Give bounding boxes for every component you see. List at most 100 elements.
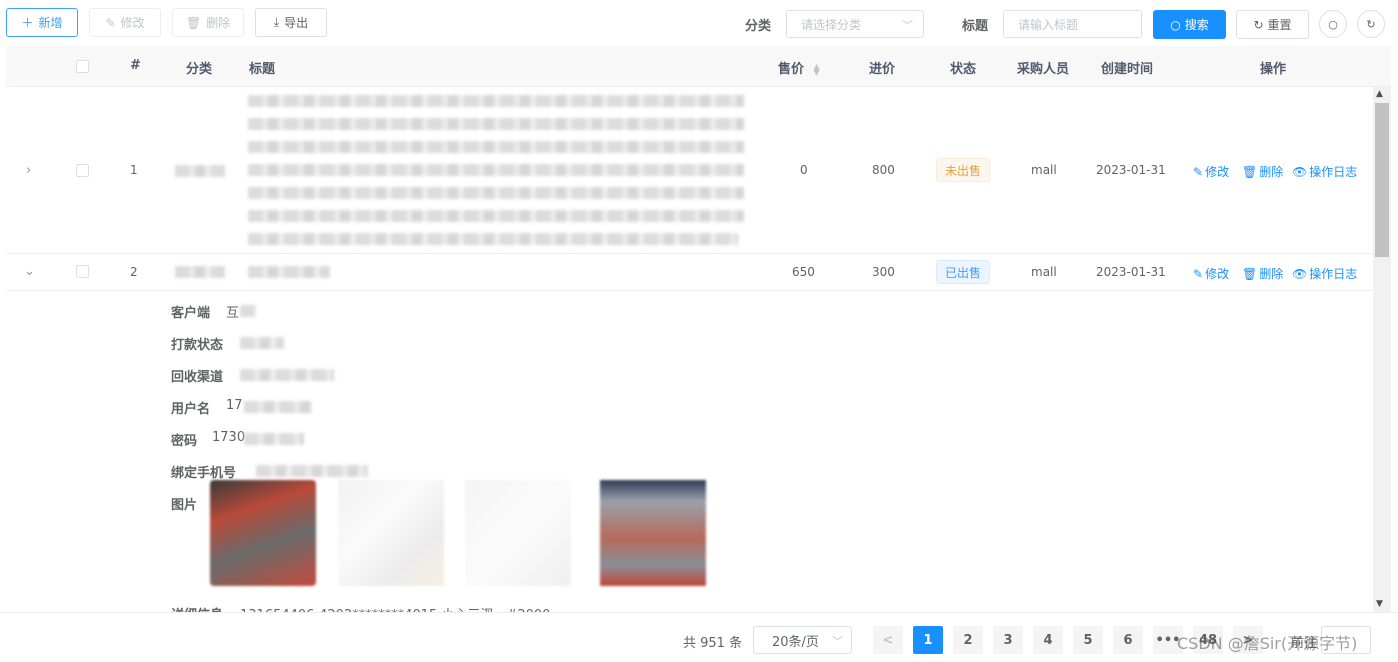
scroll-up-icon[interactable]: ▲ [1376, 89, 1383, 99]
chevron-right-icon[interactable]: › [26, 163, 31, 178]
column-sale-price-label: 售价 [778, 62, 805, 77]
phone-label: 绑定手机号 [171, 466, 237, 481]
title-redacted [248, 210, 744, 222]
toolbar: ＋ 新增 ✎ 修改 🗑 删除 ⤓ 导出 分类 请选择分类 ﹀ 标题 请输入标题 … [0, 0, 1398, 46]
page-button[interactable]: 3 [993, 626, 1023, 654]
title-redacted [248, 266, 330, 278]
page-button[interactable]: 2 [953, 626, 983, 654]
sale-price: 650 [792, 265, 815, 279]
image-thumbnail[interactable] [210, 480, 316, 586]
row-delete-link[interactable]: 🗑 删除 [1242, 265, 1283, 282]
vertical-scrollbar[interactable]: ▲ ▼ [1373, 87, 1391, 612]
title-redacted [248, 118, 744, 130]
row-log-label: 操作日志 [1309, 165, 1358, 179]
reset-button[interactable]: ↻ 重置 [1236, 10, 1309, 39]
row-delete-label: 删除 [1259, 165, 1284, 179]
column-actions: 操作 [1260, 62, 1287, 77]
column-purchase-price: 进价 [869, 62, 896, 77]
buyer: mall [1031, 163, 1057, 177]
page-button[interactable]: 6 [1113, 626, 1143, 654]
password-label: 密码 [171, 434, 198, 449]
row-checkbox[interactable] [76, 265, 89, 278]
title-filter-label: 标题 [962, 19, 989, 34]
prev-page-icon: < [882, 632, 894, 648]
category-select[interactable]: 请选择分类 ﹀ [786, 10, 924, 38]
images-label: 图片 [171, 498, 198, 513]
username-value: 17 [226, 398, 243, 413]
row-index: 2 [130, 265, 138, 279]
edit-icon: ✎ [1193, 266, 1204, 281]
edit-icon: ✎ [105, 15, 116, 30]
category-redacted [175, 165, 225, 177]
info-value: 131654406-4202********4015 小心三汊一#2000 [240, 604, 550, 612]
edit-button-label: 修改 [120, 16, 145, 30]
image-thumbnail[interactable] [600, 480, 706, 586]
row-checkbox[interactable] [76, 164, 89, 177]
chevron-down-icon[interactable]: ⌄ [24, 264, 35, 279]
eye-icon: 👁 [1292, 164, 1308, 179]
title-input[interactable]: 请输入标题 [1003, 10, 1142, 38]
column-created: 创建时间 [1101, 62, 1154, 77]
page-button[interactable]: 5 [1073, 626, 1103, 654]
client-redacted [240, 305, 256, 317]
eye-icon: 👁 [1292, 266, 1308, 281]
row-edit-label: 修改 [1205, 267, 1230, 281]
image-thumbnail[interactable] [338, 480, 444, 586]
page-size-select[interactable]: 20条/页 ﹀ [753, 626, 852, 654]
prev-page-button[interactable]: < [873, 626, 903, 654]
export-button-label: 导出 [284, 16, 309, 30]
password-value: 1730 [212, 430, 246, 445]
delete-button-label: 删除 [206, 16, 231, 30]
created-date: 2023-01-31 [1096, 163, 1166, 177]
title-redacted [248, 164, 744, 176]
sort-caret-icon[interactable]: ▲ ▼ [814, 62, 820, 76]
refresh-icon: ↻ [1253, 17, 1264, 32]
phone-redacted [256, 465, 368, 477]
row-log-link[interactable]: 👁 操作日志 [1292, 163, 1357, 180]
scrollbar-thumb[interactable] [1375, 103, 1389, 257]
page-number: 5 [1083, 632, 1093, 648]
search-button[interactable]: ○ 搜索 [1153, 10, 1226, 39]
row-log-link[interactable]: 👁 操作日志 [1292, 265, 1357, 282]
username-label: 用户名 [171, 402, 211, 417]
category-redacted [175, 266, 225, 278]
row-delete-link[interactable]: 🗑 删除 [1242, 163, 1283, 180]
select-all-checkbox[interactable] [76, 60, 89, 73]
add-button[interactable]: ＋ 新增 [6, 8, 78, 37]
total-count: 共 951 条 [683, 636, 743, 651]
image-thumbnail[interactable] [465, 480, 571, 586]
trash-icon: 🗑 [1242, 164, 1258, 179]
page-button[interactable]: 1 [913, 626, 943, 654]
recycle-channel-redacted [240, 369, 334, 381]
chevron-down-icon: ﹀ [832, 635, 843, 648]
reset-button-label: 重置 [1267, 18, 1292, 32]
category-filter-label: 分类 [745, 19, 772, 34]
scroll-down-icon[interactable]: ▼ [1376, 599, 1383, 609]
row-log-label: 操作日志 [1309, 267, 1358, 281]
delete-button[interactable]: 🗑 删除 [172, 8, 244, 37]
info-label: 详细信息 [171, 604, 223, 612]
search-button-label: 搜索 [1184, 18, 1209, 32]
table-header: # 分类 标题 售价 ▲ ▼ 进价 状态 采购人员 创建时间 操作 [6, 46, 1391, 87]
table-row: › 1 0 800 未出售 mall 2023-01-31 ✎ 修改 🗑 删除 👁 操… [6, 87, 1373, 254]
row-edit-link[interactable]: ✎ 修改 [1193, 265, 1229, 282]
buyer: mall [1031, 265, 1057, 279]
toggle-search-button[interactable]: ○ [1319, 10, 1347, 38]
watermark: CSDN @詹Sir(开源字节) [1177, 634, 1358, 653]
trash-icon: 🗑 [1242, 266, 1258, 281]
table-row: ⌄ 2 650 300 已出售 mall 2023-01-31 ✎ 修改 🗑 删除 … [6, 254, 1373, 291]
title-redacted [248, 141, 744, 153]
export-button[interactable]: ⤓ 导出 [255, 8, 327, 37]
refresh-button[interactable]: ↻ [1357, 10, 1385, 38]
edit-button[interactable]: ✎ 修改 [89, 8, 161, 37]
purchase-price: 800 [872, 163, 895, 177]
page-button[interactable]: 4 [1033, 626, 1063, 654]
column-sale-price[interactable]: 售价 ▲ ▼ [778, 58, 820, 77]
title-input-placeholder: 请输入标题 [1018, 17, 1079, 32]
column-title: 标题 [249, 62, 276, 77]
column-buyer: 采购人员 [1017, 62, 1070, 77]
row-index: 1 [130, 163, 138, 177]
page-number: 6 [1123, 632, 1133, 648]
row-edit-link[interactable]: ✎ 修改 [1193, 163, 1229, 180]
page-number: 4 [1043, 632, 1053, 648]
